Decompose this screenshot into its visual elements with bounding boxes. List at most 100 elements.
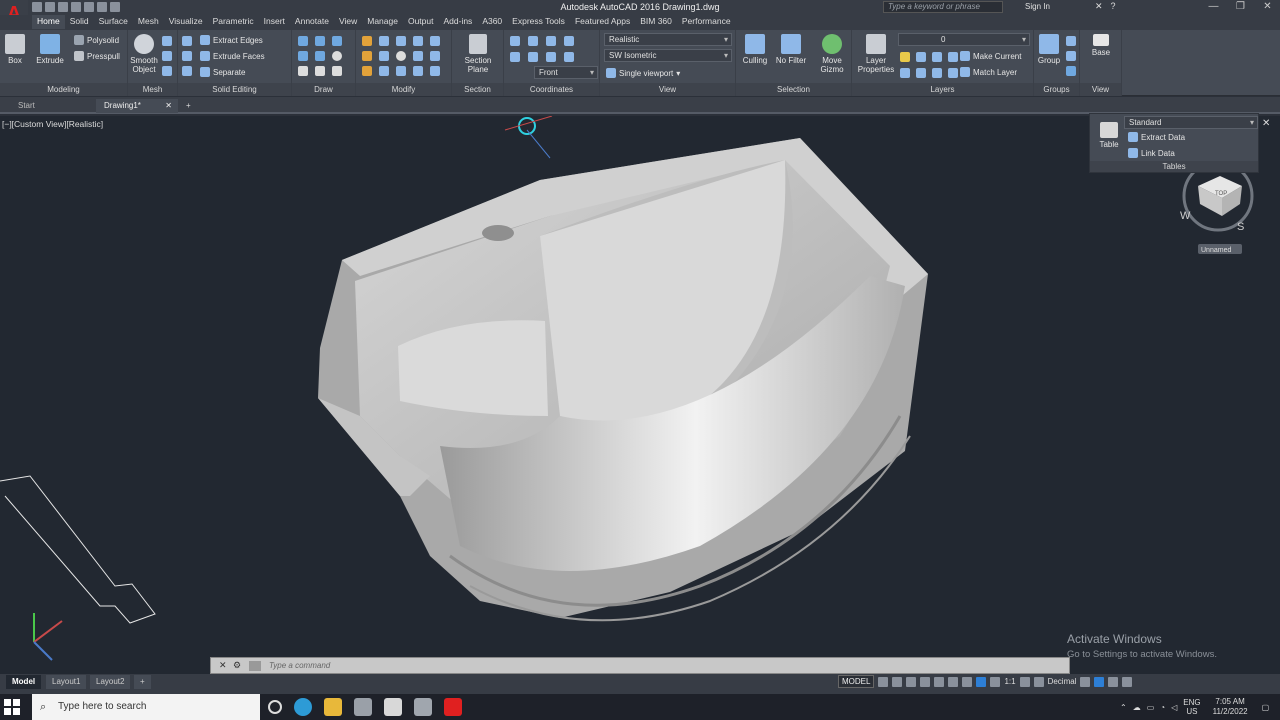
annotation-visibility-icon[interactable] [976,676,987,687]
extract-data-button[interactable]: Extract Data [1128,132,1185,142]
move-gizmo-button[interactable]: Move Gizmo [816,34,848,74]
section-panel-label[interactable]: Section [452,83,503,96]
tab-add-ins[interactable]: Add-ins [438,15,477,29]
modify-panel-label[interactable]: Modify [356,83,451,96]
save-as-icon[interactable] [71,2,81,12]
array-icon[interactable] [379,66,389,76]
calculator-icon[interactable] [414,698,432,716]
tab-bim-360[interactable]: BIM 360 [635,15,677,29]
language-indicator[interactable]: ENG US [1183,698,1200,716]
ucs-icon[interactable] [510,36,520,46]
smooth-object-button[interactable]: Smooth Object [130,34,158,74]
drawing-viewport[interactable]: [−][Custom View][Realistic] W S TOP Unna… [0,116,1280,676]
break-icon[interactable] [430,66,440,76]
model-space-toggle[interactable]: MODEL [838,675,875,688]
tab-layout2[interactable]: Layout2 [90,675,131,689]
help-icon[interactable]: ? [1111,1,1116,12]
tray-chevron-icon[interactable]: ⌃ [1120,703,1127,712]
tab-express-tools[interactable]: Express Tools [507,15,570,29]
workspace-gear-icon[interactable] [1019,676,1030,687]
view-panel-label[interactable]: View [600,83,735,96]
tab-mesh[interactable]: Mesh [133,15,164,29]
exchange-icon[interactable]: ✕ [1095,1,1103,12]
open-icon[interactable] [45,2,55,12]
snap-icon[interactable] [892,676,903,687]
join-icon[interactable] [413,66,423,76]
tab-annotate[interactable]: Annotate [290,15,334,29]
ellipse-icon[interactable] [332,66,342,76]
file-explorer-icon[interactable] [324,698,342,716]
viewcube-west-label[interactable]: W [1180,210,1191,222]
layer-isolate-icon[interactable] [916,52,926,62]
ucs-name-label[interactable]: Unnamed [1201,247,1231,254]
tab-drawing1[interactable]: Drawing1* ✕ [96,99,178,113]
help-search-input[interactable]: Type a keyword or phrase [883,1,1003,13]
grid-icon[interactable] [878,676,889,687]
sign-in-button[interactable]: Sign In [1025,2,1050,11]
polygon-icon[interactable] [298,66,308,76]
polyline-icon[interactable] [315,36,325,46]
network-icon[interactable]: ◔ [1160,703,1165,712]
ucs-z-icon[interactable] [546,52,556,62]
ortho-icon[interactable] [906,676,917,687]
tab-insert[interactable]: Insert [259,15,290,29]
union-icon[interactable] [182,36,192,46]
spline-icon[interactable] [298,51,308,61]
isodraft-icon[interactable] [934,676,945,687]
layer-unlock-icon[interactable] [948,68,958,78]
new-tab-button[interactable]: + [182,99,191,113]
line-icon[interactable] [298,36,308,46]
base-button[interactable]: Base [1088,34,1114,57]
tab-home[interactable]: Home [32,15,65,29]
erase-icon[interactable] [362,66,372,76]
fillet-icon[interactable] [362,51,372,61]
culling-button[interactable]: Culling [740,34,770,65]
new-layout-button[interactable]: + [134,675,151,689]
stretch-icon[interactable] [413,51,423,61]
table-style-dropdown[interactable]: Standard [1124,116,1258,129]
layer-on-icon[interactable] [916,68,926,78]
base-view-panel-label[interactable]: View [1080,83,1121,96]
isolate-objects-icon[interactable] [1094,676,1105,687]
object-snap-icon[interactable] [962,676,973,687]
tab-output[interactable]: Output [403,15,439,29]
solid-editing-panel-label[interactable]: Solid Editing [178,83,291,96]
visual-style-dropdown[interactable]: Realistic [604,33,732,46]
solid-model[interactable] [318,138,928,622]
subtract-icon[interactable] [182,51,192,61]
polysolid-button[interactable]: Polysolid [74,35,119,45]
viewcube[interactable]: W S TOP Unnamed [1180,160,1254,254]
draw-panel-label[interactable]: Draw [292,83,355,96]
mesh-panel-label[interactable]: Mesh [128,83,177,96]
layer-properties-button[interactable]: Layer Properties [856,34,896,74]
polar-icon[interactable] [920,676,931,687]
close-tables-panel-icon[interactable]: ✕ [1262,118,1270,129]
no-filter-button[interactable]: No Filter [774,34,808,65]
construction-line-icon[interactable] [315,51,325,61]
annotation-scale[interactable]: 1:1 [1004,677,1015,686]
presspull-button[interactable]: Presspull [74,51,120,61]
trim-icon[interactable] [396,36,406,46]
print-icon[interactable] [84,2,94,12]
tab-layout1[interactable]: Layout1 [46,675,87,689]
battery-icon[interactable]: ▭ [1147,703,1155,712]
tab-start[interactable]: Start [10,99,96,113]
units-selector[interactable]: Decimal [1048,677,1077,686]
table-button[interactable]: Table [1096,122,1122,149]
scale-icon[interactable] [430,51,440,61]
viewport-config-button[interactable]: Single viewport ▾ [606,68,680,78]
ungroup-icon[interactable] [1066,36,1076,46]
extract-edges-button[interactable]: Extract Edges [200,35,263,45]
tab-a360[interactable]: A360 [477,15,507,29]
layer-freeze-icon[interactable] [932,52,942,62]
ucs-y-icon[interactable] [528,52,538,62]
clock[interactable]: 7:05 AM 11/2/2022 [1213,697,1248,717]
notifications-icon[interactable]: ▢ [1262,703,1270,712]
circle-icon[interactable] [332,51,342,61]
close-tab-icon[interactable]: ✕ [165,99,172,113]
store-icon[interactable] [354,698,372,716]
recent-commands-icon[interactable] [249,661,261,671]
move-icon[interactable] [362,36,372,46]
viewcube-top-label[interactable]: TOP [1215,191,1227,197]
layer-thaw-icon[interactable] [932,68,942,78]
